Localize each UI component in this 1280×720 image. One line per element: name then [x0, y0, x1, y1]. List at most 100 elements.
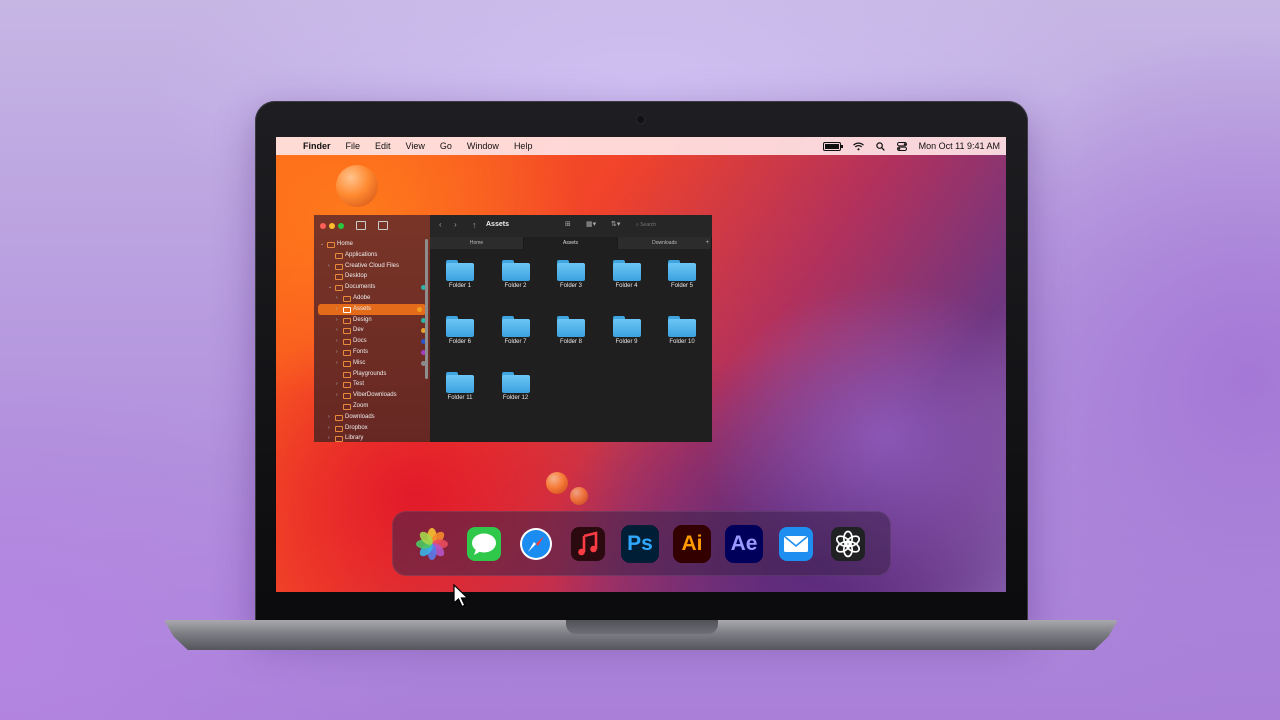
- music-app-icon[interactable]: [569, 525, 607, 563]
- after-effects-app-icon[interactable]: Ae: [725, 525, 763, 563]
- tab-assets[interactable]: Assets: [524, 237, 618, 249]
- sidebar-item-label: Dev: [353, 327, 364, 334]
- folder-icon: [343, 317, 351, 324]
- chatgpt-app-icon[interactable]: [829, 525, 867, 563]
- menu-help[interactable]: Help: [514, 141, 533, 151]
- folder-item[interactable]: Folder 7: [496, 316, 536, 345]
- disclosure-chevron-icon[interactable]: ›: [336, 358, 338, 369]
- folder-item[interactable]: Folder 2: [496, 260, 536, 289]
- folder-icon: [501, 260, 530, 281]
- folder-item[interactable]: Folder 5: [662, 260, 702, 289]
- back-icon[interactable]: ‹: [439, 220, 442, 229]
- disclosure-chevron-icon[interactable]: ›: [328, 261, 330, 272]
- disclosure-chevron-icon[interactable]: ›: [336, 336, 338, 347]
- folder-icon: [343, 328, 351, 335]
- sidebar-item[interactable]: Applications: [314, 250, 430, 261]
- disclosure-chevron-icon[interactable]: ›: [336, 390, 338, 401]
- search-placeholder: Search: [640, 222, 657, 228]
- disclosure-chevron-icon[interactable]: ⌄: [328, 282, 332, 293]
- folder-item[interactable]: Folder 1: [440, 260, 480, 289]
- menu-file[interactable]: File: [346, 141, 361, 151]
- safari-app-icon[interactable]: [517, 525, 555, 563]
- sidebar-item-label: Test: [353, 381, 365, 388]
- add-tab-button[interactable]: +: [705, 237, 709, 249]
- sidebar-item[interactable]: › Downloads: [314, 412, 430, 423]
- sidebar-toggle-icon[interactable]: [356, 221, 366, 230]
- disclosure-chevron-icon[interactable]: ›: [336, 347, 338, 358]
- zoom-button[interactable]: [338, 223, 344, 229]
- sort-icon[interactable]: ⇅▾: [611, 220, 620, 228]
- sidebar-item[interactable]: › Design: [314, 315, 430, 326]
- disclosure-chevron-icon[interactable]: ›: [336, 315, 338, 326]
- folder-item[interactable]: Folder 4: [607, 260, 647, 289]
- folder-item[interactable]: Folder 12: [496, 372, 536, 401]
- menu-window[interactable]: Window: [467, 141, 499, 151]
- app-icon-label: Ai: [681, 532, 703, 555]
- tab-downloads[interactable]: Downloads: [618, 237, 712, 249]
- sidebar-item[interactable]: › ViberDownloads: [314, 390, 430, 401]
- menu-clock[interactable]: Mon Oct 11 9:41 AM: [919, 141, 1000, 151]
- battery-icon[interactable]: [822, 141, 843, 151]
- disclosure-chevron-icon[interactable]: ›: [336, 325, 338, 336]
- control-center-icon[interactable]: [896, 141, 907, 151]
- sidebar-item[interactable]: › Library: [314, 433, 430, 442]
- disclosure-chevron-icon[interactable]: ›: [336, 293, 338, 304]
- illustrator-app-icon[interactable]: Ai: [673, 525, 711, 563]
- sidebar-item[interactable]: Desktop: [314, 271, 430, 282]
- disclosure-chevron-icon[interactable]: ›: [328, 412, 330, 423]
- folder-icon: [343, 393, 351, 400]
- sidebar-tree: ⌄ Home Applications › Creative Cloud Files De…: [314, 239, 430, 442]
- sidebar-item[interactable]: › Test: [314, 379, 430, 390]
- sidebar-item[interactable]: › Docs: [314, 336, 430, 347]
- enclosing-folder-icon[interactable]: ↑: [472, 220, 477, 230]
- sidebar-item[interactable]: › Creative Cloud Files: [314, 261, 430, 272]
- search-field[interactable]: ⌕ Search: [636, 220, 706, 231]
- sidebar-item[interactable]: ⌄ Home: [314, 239, 430, 250]
- tab-home[interactable]: Home: [430, 237, 524, 249]
- sidebar-item[interactable]: › Dev: [314, 325, 430, 336]
- sidebar-item[interactable]: Zoom: [314, 401, 430, 412]
- view-options-icon[interactable]: ▦▾: [586, 220, 596, 228]
- folder-item[interactable]: Folder 3: [551, 260, 591, 289]
- wifi-icon[interactable]: [852, 142, 864, 151]
- new-tab-icon[interactable]: [378, 221, 388, 230]
- folder-item[interactable]: Folder 8: [551, 316, 591, 345]
- sidebar-item[interactable]: › Misc: [314, 358, 430, 369]
- photos-app-icon[interactable]: [413, 525, 451, 563]
- menu-edit[interactable]: Edit: [375, 141, 391, 151]
- menu-view[interactable]: View: [406, 141, 425, 151]
- folder-item[interactable]: Folder 9: [607, 316, 647, 345]
- disclosure-chevron-icon[interactable]: ›: [336, 304, 338, 315]
- search-icon[interactable]: [875, 141, 885, 151]
- folder-icon: [668, 316, 696, 337]
- photoshop-app-icon[interactable]: Ps: [621, 525, 659, 563]
- disclosure-chevron-icon[interactable]: ›: [336, 379, 338, 390]
- menu-go[interactable]: Go: [440, 141, 452, 151]
- forward-icon[interactable]: ›: [454, 220, 457, 229]
- sidebar-scrollbar[interactable]: [425, 239, 428, 379]
- folder-icon: [343, 382, 351, 389]
- folder-item[interactable]: Folder 6: [440, 316, 480, 345]
- disclosure-chevron-icon[interactable]: ›: [328, 423, 330, 434]
- sidebar-item[interactable]: › Adobe: [314, 293, 430, 304]
- sidebar-item-label: Dropbox: [345, 424, 368, 431]
- close-button[interactable]: [320, 223, 326, 229]
- folder-item[interactable]: Folder 11: [440, 372, 480, 401]
- disclosure-chevron-icon[interactable]: ⌄: [320, 239, 324, 250]
- menu-app-name[interactable]: Finder: [303, 141, 331, 151]
- folder-icon: [557, 316, 585, 337]
- minimize-button[interactable]: [329, 223, 335, 229]
- sidebar-item[interactable]: › Dropbox: [314, 423, 430, 434]
- disclosure-chevron-icon[interactable]: ›: [328, 433, 330, 442]
- sidebar-item[interactable]: › Assets: [318, 303, 426, 315]
- folder-name: Folder 7: [504, 339, 527, 345]
- folder-name: Folder 6: [448, 339, 471, 345]
- new-folder-icon[interactable]: ⊞: [565, 220, 571, 228]
- sidebar-item[interactable]: Playgrounds: [314, 369, 430, 380]
- sidebar-item[interactable]: › Fonts: [314, 347, 430, 358]
- sidebar-item[interactable]: ⌄ Documents: [314, 282, 430, 293]
- mail-app-icon[interactable]: [777, 525, 815, 563]
- messages-app-icon[interactable]: [465, 525, 503, 563]
- folder-item[interactable]: Folder 10: [662, 316, 702, 345]
- folder-icon: [335, 285, 343, 292]
